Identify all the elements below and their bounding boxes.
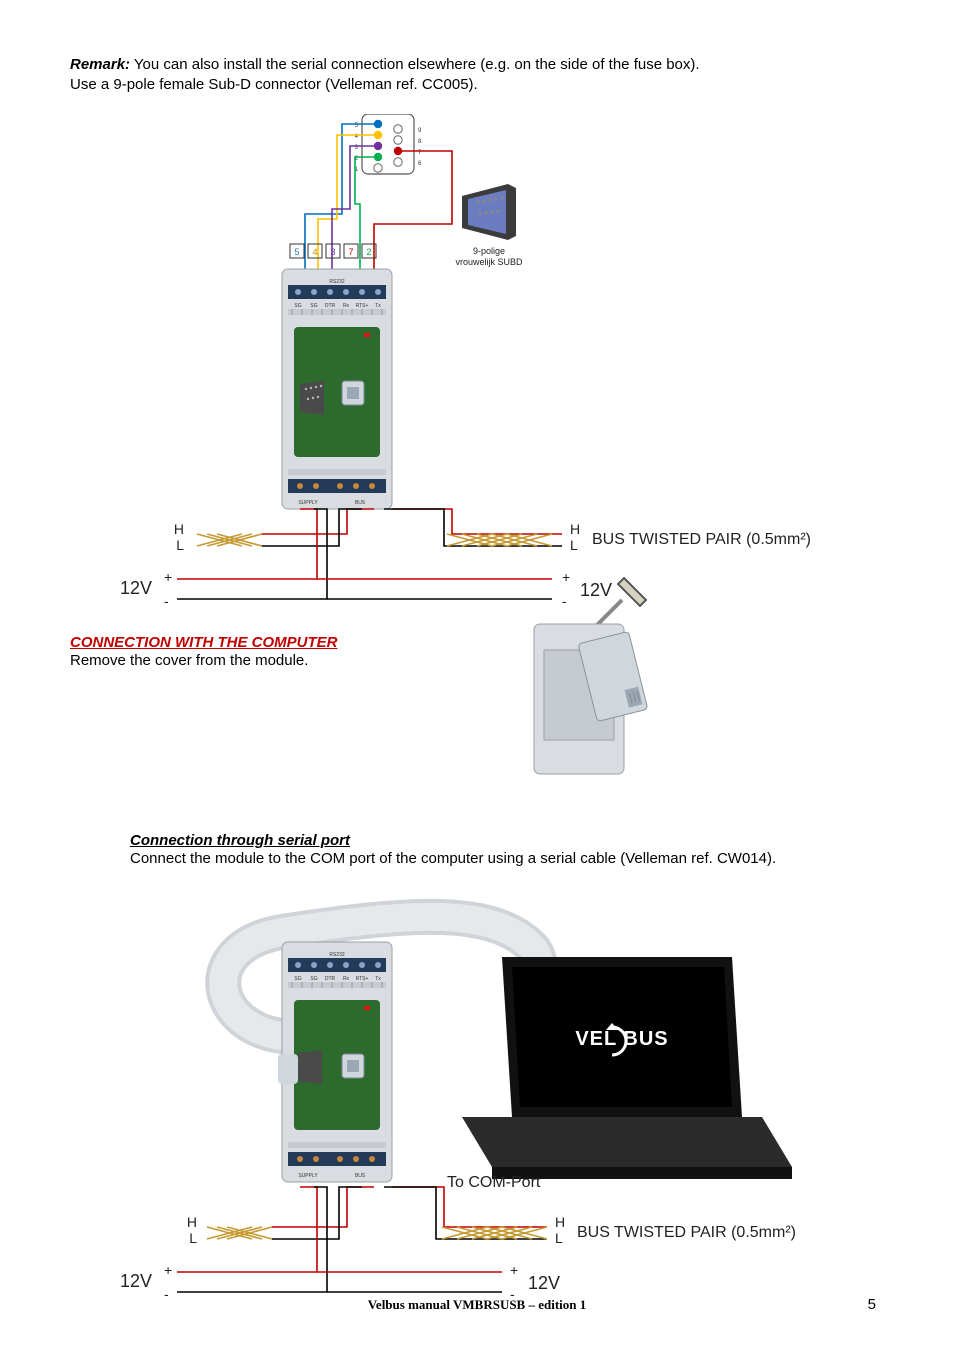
figure-remove-cover: [504, 574, 674, 794]
svg-text:RS232: RS232: [329, 279, 345, 285]
svg-text:H: H: [187, 1214, 197, 1230]
svg-text:12V: 12V: [120, 1271, 152, 1291]
page-number: 5: [868, 1296, 876, 1313]
svg-text:+: +: [510, 1262, 518, 1278]
svg-text:RS232: RS232: [329, 952, 345, 958]
svg-text:7: 7: [348, 247, 353, 257]
svg-text:5: 5: [294, 247, 299, 257]
footer-text: Velbus manual VMBRSUSB – edition 1: [0, 1297, 954, 1313]
svg-text:12V: 12V: [528, 1273, 560, 1293]
svg-text:BUS: BUS: [355, 500, 366, 506]
svg-text:H: H: [570, 521, 580, 537]
svg-text:L: L: [570, 537, 578, 553]
svg-text:DTR: DTR: [325, 303, 336, 309]
svg-text:Tx: Tx: [375, 303, 381, 309]
svg-text:L: L: [189, 1230, 197, 1246]
svg-text:SG: SG: [294, 303, 301, 309]
svg-text:SG: SG: [310, 976, 317, 982]
svg-text:Rx: Rx: [343, 303, 350, 309]
svg-text:12V: 12V: [120, 578, 152, 598]
svg-text:9-polige: 9-polige: [473, 246, 505, 256]
page: Remark: You can also install the serial …: [0, 0, 954, 1351]
svg-text:DTR: DTR: [325, 976, 336, 982]
text-remove-cover: Remove the cover from the module.: [70, 651, 884, 671]
svg-text:SUPPLY: SUPPLY: [298, 500, 318, 506]
svg-text:-: -: [164, 593, 169, 609]
heading-connection-computer: CONNECTION WITH THE COMPUTER: [70, 634, 884, 651]
svg-text:8: 8: [418, 139, 422, 145]
svg-text:To COM-Port: To COM-Port: [447, 1174, 541, 1191]
svg-text:RTS+: RTS+: [356, 976, 369, 982]
text-serial-port: Connect the module to the COM port of th…: [130, 849, 884, 869]
svg-text:BUS: BUS: [355, 1173, 366, 1179]
svg-text:SG: SG: [294, 976, 301, 982]
svg-text:L: L: [555, 1230, 563, 1246]
svg-text:+: +: [164, 1262, 172, 1278]
svg-text:H: H: [174, 521, 184, 537]
svg-text:2: 2: [366, 247, 371, 257]
svg-text:BUS TWISTED PAIR (0.5mm²): BUS TWISTED PAIR (0.5mm²): [592, 531, 811, 548]
figure-serial-to-computer: VEL BUS RS232 SG SG DTR Rx RTS+ Tx: [92, 887, 862, 1317]
svg-text:SG: SG: [310, 303, 317, 309]
svg-text:RTS+: RTS+: [356, 303, 369, 309]
remark-label: Remark:: [70, 56, 130, 73]
remark-block: Remark: You can also install the serial …: [70, 55, 884, 96]
svg-text:BUS TWISTED PAIR (0.5mm²): BUS TWISTED PAIR (0.5mm²): [577, 1224, 796, 1241]
svg-text:Tx: Tx: [375, 976, 381, 982]
svg-text:Rx: Rx: [343, 976, 350, 982]
remark-text-line1: You can also install the serial connecti…: [130, 56, 700, 73]
svg-text:4: 4: [312, 247, 317, 257]
svg-text:L: L: [176, 537, 184, 553]
svg-text:3: 3: [330, 247, 335, 257]
figure-subd-wiring: 5 4 3 2 1 9 8 7 6 9-polige: [92, 114, 862, 624]
svg-text:H: H: [555, 1214, 565, 1230]
remark-text-line2: Use a 9-pole female Sub-D connector (Vel…: [70, 76, 478, 93]
heading-serial-port: Connection through serial port: [130, 832, 884, 849]
svg-text:9: 9: [418, 128, 422, 134]
svg-text:6: 6: [418, 161, 422, 167]
svg-text:vrouwelijk SUBD: vrouwelijk SUBD: [455, 257, 523, 267]
svg-text:SUPPLY: SUPPLY: [298, 1173, 318, 1179]
svg-text:+: +: [164, 569, 172, 585]
